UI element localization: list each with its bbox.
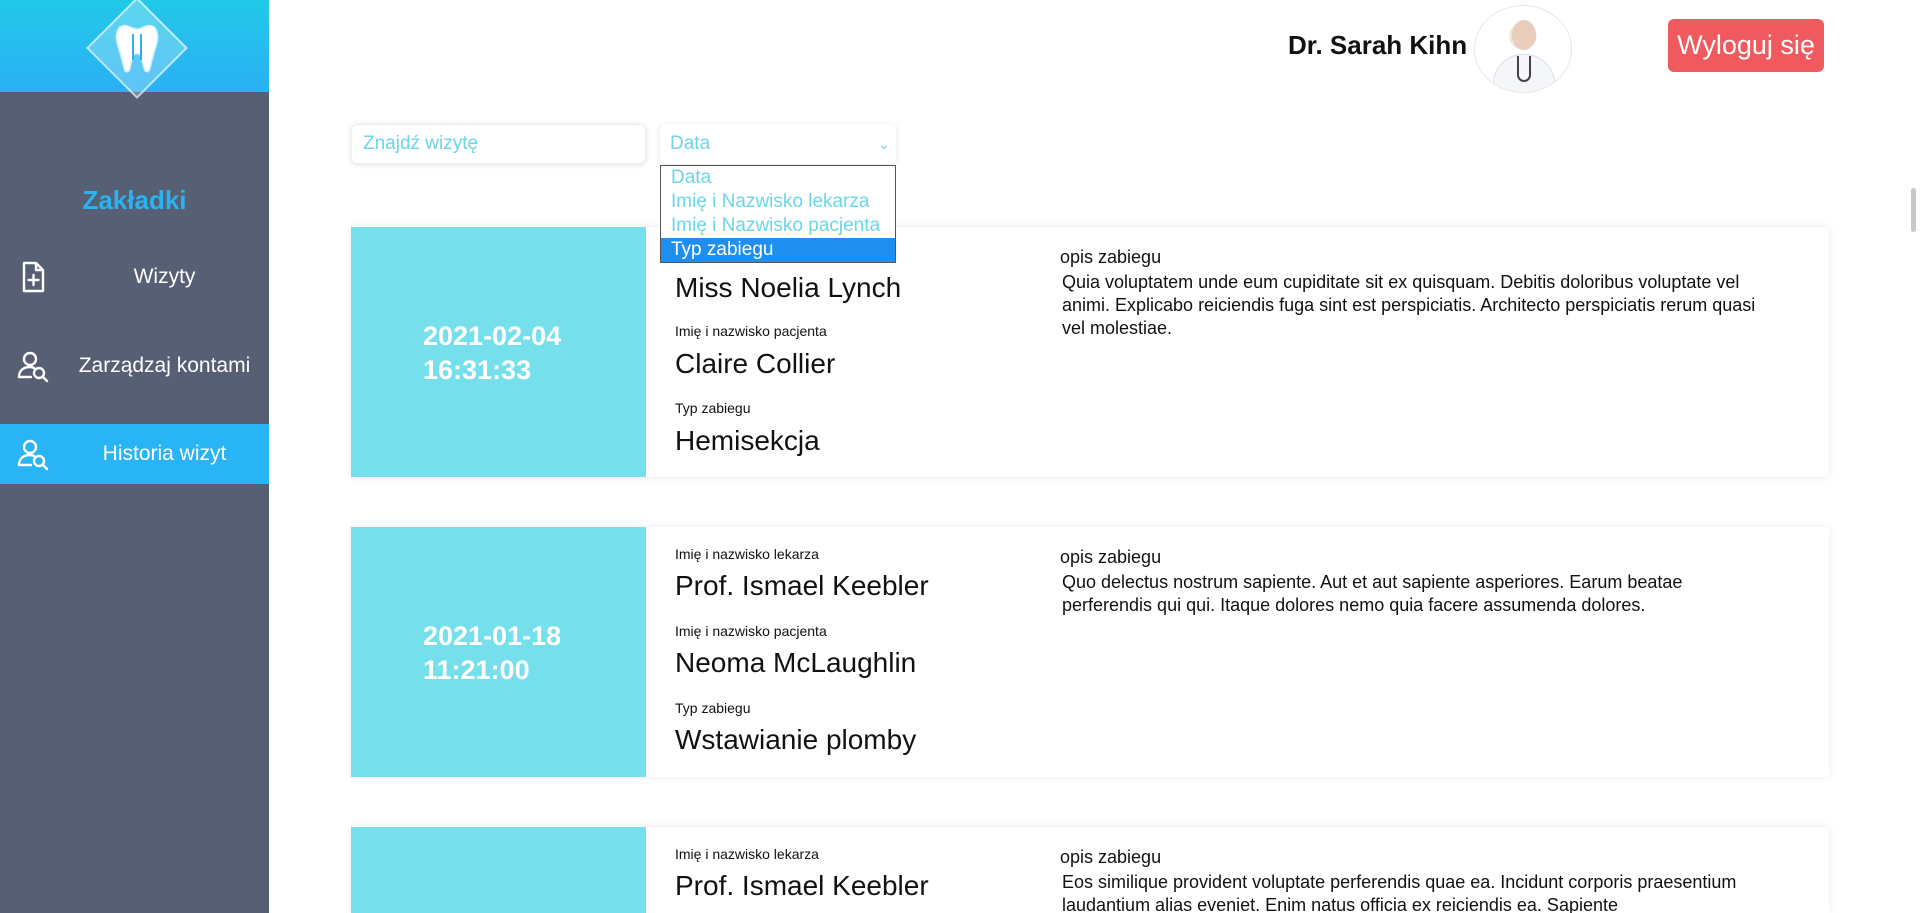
chevron-down-icon: ⌄	[878, 136, 890, 152]
sidebar-item-label: Zarządzaj kontami	[78, 354, 251, 377]
doctor-name-value: Miss Noelia Lynch	[675, 272, 902, 303]
visit-datetime: 2021-02-04 16:31:33	[423, 319, 623, 387]
patient-name-value: Neoma McLaughlin	[675, 647, 917, 678]
doctor-name: Dr. Sarah Kihn	[1288, 30, 1468, 60]
visit-time: 11:21:00	[423, 655, 530, 685]
description-text: Quo delectus nostrum sapiente. Aut et au…	[1062, 572, 1683, 615]
doctor-label: Imię i nazwisko lekarza	[675, 546, 819, 562]
sort-dropdown: Data Imię i Nazwisko lekarza Imię i Nazw…	[660, 165, 896, 263]
visit-date-block: 2021-02-04 16:31:33	[351, 227, 646, 477]
visit-date-block: 2021-01-18 11:21:00	[351, 527, 646, 777]
visit-card[interactable]: 2021-01-18 11:21:00 Imię i nazwisko leka…	[351, 527, 1829, 777]
avatar-head	[1512, 20, 1536, 50]
description-label: opis zabiegu	[1060, 847, 1162, 867]
user-search-icon	[17, 351, 49, 383]
avatar[interactable]	[1474, 5, 1572, 93]
sidebar-item-label: Historia wizyt	[102, 442, 227, 465]
type-label: Typ zabiegu	[675, 700, 751, 716]
patient-label: Imię i nazwisko pacjenta	[675, 623, 827, 639]
doctor-name-value: Prof. Ismael Keebler	[675, 570, 929, 601]
sort-option-patient[interactable]: Imię i Nazwisko pacjenta	[661, 214, 895, 238]
sort-select[interactable]: Data ⌄	[660, 124, 896, 164]
doctor-label: Imię i nazwisko lekarza	[675, 846, 819, 862]
description-text: Eos similique provident voluptate perfer…	[1062, 872, 1737, 913]
sort-option-data[interactable]: Data	[661, 166, 895, 190]
avatar-stethoscope	[1517, 56, 1531, 82]
logo-area[interactable]	[0, 0, 269, 99]
sidebar-item-label: Wizyty	[133, 265, 196, 288]
visit-card[interactable]: Imię i nazwisko lekarza Prof. Ismael Kee…	[351, 827, 1829, 913]
visit-date: 2021-02-04	[423, 321, 562, 351]
sort-select-value: Data	[670, 133, 711, 154]
visit-time: 16:31:33	[423, 355, 532, 385]
sidebar-item-wizyty[interactable]: Wizyty	[0, 247, 269, 307]
file-plus-icon	[22, 261, 45, 293]
description-label: opis zabiegu	[1060, 547, 1162, 567]
visit-date: 2021-01-18	[423, 621, 562, 651]
type-label: Typ zabiegu	[675, 400, 751, 416]
sidebar-item-historia-wizyt[interactable]: Historia wizyt	[0, 424, 269, 484]
patient-label: Imię i nazwisko pacjenta	[675, 323, 827, 339]
patient-name-value: Claire Collier	[675, 348, 836, 379]
sort-option-doctor[interactable]: Imię i Nazwisko lekarza	[661, 190, 895, 214]
sidebar-title: Zakładki	[82, 185, 187, 215]
sidebar: Zakładki Wizyty Zarządzaj kontami Histor…	[0, 0, 269, 913]
sort-option-type[interactable]: Typ zabiegu	[661, 238, 895, 262]
doctor-name-value: Prof. Ismael Keebler	[675, 870, 929, 901]
scrollbar-thumb[interactable]	[1911, 188, 1916, 232]
visit-date-block	[351, 827, 646, 913]
user-search-icon	[17, 439, 49, 471]
search-input[interactable]	[351, 124, 646, 164]
sidebar-item-zarzadzaj-kontami[interactable]: Zarządzaj kontami	[0, 336, 269, 396]
description-text: Quia voluptatem unde eum cupiditate sit …	[1062, 272, 1756, 338]
visit-card[interactable]: 2021-02-04 16:31:33 Imię i nazwisko leka…	[351, 227, 1829, 477]
description-label: opis zabiegu	[1060, 247, 1162, 267]
type-value: Hemisekcja	[675, 425, 820, 456]
logout-button[interactable]: Wyloguj się	[1668, 19, 1824, 72]
tooth-logo-icon	[115, 24, 159, 73]
type-value: Wstawianie plomby	[675, 724, 917, 755]
visit-datetime: 2021-01-18 11:21:00	[423, 619, 623, 687]
